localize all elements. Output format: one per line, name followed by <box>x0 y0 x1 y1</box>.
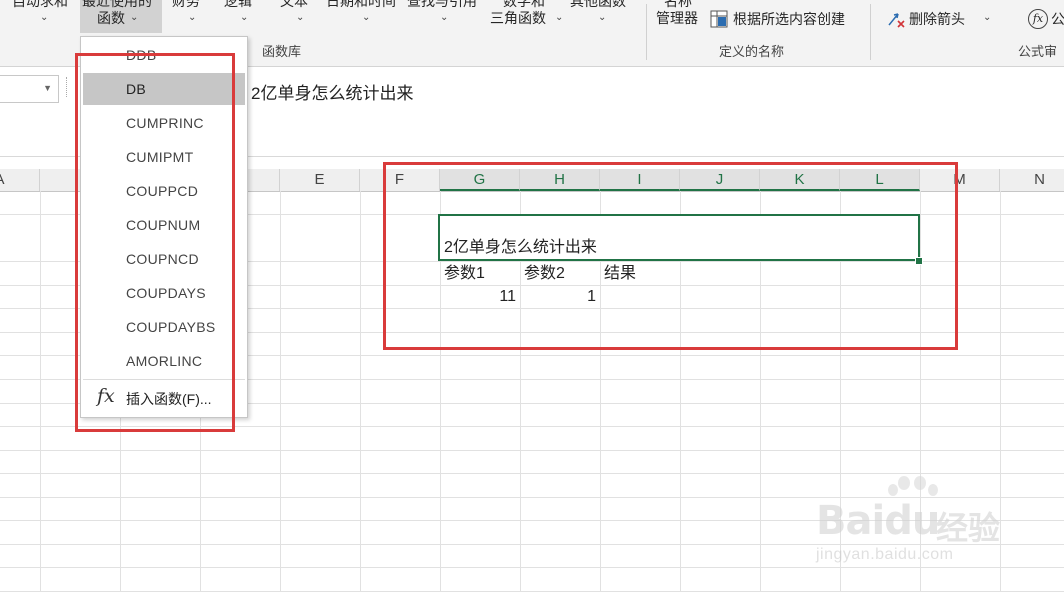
chevron-down-icon[interactable]: ⌄ <box>296 13 304 23</box>
gridline <box>0 450 1064 451</box>
formula-bar-separator <box>66 77 69 97</box>
chevron-down-icon[interactable]: ⌄ <box>440 13 448 23</box>
ribbon-separator <box>646 4 647 60</box>
column-header-e[interactable]: E <box>280 169 360 191</box>
create-from-selection-button[interactable]: 根据所选内容创建 <box>733 11 845 27</box>
baidu-watermark: Baidu 经验 jingyan.baidu.com <box>812 476 1012 576</box>
chevron-down-icon[interactable]: ⌄ <box>598 13 606 23</box>
chevron-down-icon[interactable]: ⌄ <box>983 13 991 23</box>
annotation-box-sheet <box>383 162 958 350</box>
annotation-box-menu <box>75 53 235 432</box>
recent-functions-button-label2[interactable]: 函数 <box>97 10 125 26</box>
watermark-url: jingyan.baidu.com <box>816 546 954 563</box>
financial-button[interactable]: 财务 <box>172 0 200 9</box>
name-manager-button[interactable]: 名称 <box>664 0 692 9</box>
gridline <box>40 191 41 592</box>
watermark-cn: 经验 <box>936 510 1001 546</box>
formula-auditing-button[interactable]: 公 <box>1051 11 1064 27</box>
paw-icon <box>914 476 926 490</box>
remove-arrows-icon[interactable] <box>886 9 906 29</box>
chevron-down-icon[interactable]: ⌄ <box>130 13 138 23</box>
name-manager-button-label2[interactable]: 管理器 <box>656 10 698 26</box>
show-formulas-icon[interactable]: fx <box>1028 9 1048 29</box>
chevron-down-icon[interactable]: ⌄ <box>40 13 48 23</box>
chevron-down-icon[interactable]: ⌄ <box>240 13 248 23</box>
datetime-button[interactable]: 日期和时间 <box>326 0 396 9</box>
name-box[interactable]: ▼ <box>0 75 59 103</box>
remove-arrows-button[interactable]: 删除箭头 <box>909 11 965 27</box>
paw-icon <box>928 484 938 496</box>
math-trig-button-label2[interactable]: 三角函数 <box>490 10 546 26</box>
more-functions-button[interactable]: 其他函数 <box>570 0 626 9</box>
group-label-formula-auditing: 公式审 <box>1018 44 1058 59</box>
chevron-down-icon[interactable]: ▼ <box>43 83 52 93</box>
autosum-button[interactable]: 自动求和 <box>12 0 68 9</box>
column-header-a[interactable]: A <box>0 169 40 191</box>
paw-icon <box>898 476 910 490</box>
gridline <box>280 191 281 592</box>
recent-functions-button[interactable]: 最近使用的 <box>82 0 152 9</box>
watermark-brand: Baidu <box>816 498 940 544</box>
gridline <box>360 191 361 592</box>
gridline <box>0 473 1064 474</box>
paw-icon <box>888 484 898 496</box>
chevron-down-icon[interactable]: ⌄ <box>188 13 196 23</box>
chevron-down-icon[interactable]: ⌄ <box>555 13 563 23</box>
create-from-selection-icon[interactable] <box>710 10 728 28</box>
chevron-down-icon[interactable]: ⌄ <box>362 13 370 23</box>
column-header-n[interactable]: N <box>1000 169 1064 191</box>
group-label-function-library: 函数库 <box>262 44 302 59</box>
ribbon-separator <box>870 4 871 60</box>
formula-input[interactable]: 2亿单身怎么统计出来 <box>251 79 413 104</box>
text-button[interactable]: 文本 <box>280 0 308 9</box>
lookup-button[interactable]: 查找与引用 <box>407 0 477 9</box>
math-trig-button[interactable]: 数学和 <box>503 0 545 9</box>
group-label-defined-names: 定义的名称 <box>719 44 785 59</box>
logical-button[interactable]: 逻辑 <box>224 0 252 9</box>
